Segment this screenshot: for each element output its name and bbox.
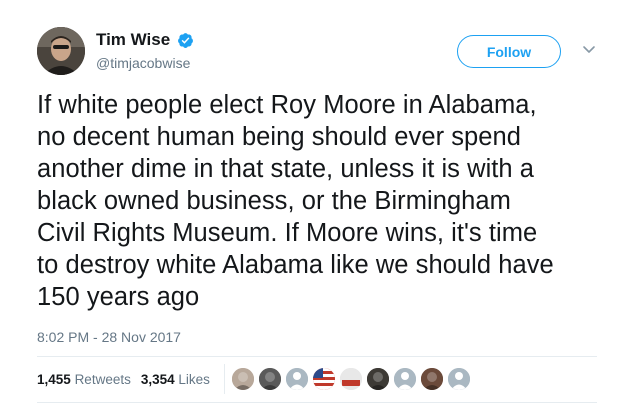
liker-avatar[interactable] — [446, 366, 472, 392]
author-photo — [37, 27, 85, 75]
likes-stat[interactable]: 3,354 Likes — [141, 372, 210, 387]
liker-avatar[interactable] — [338, 366, 364, 392]
tweet-timestamp[interactable]: 8:02 PM - 28 Nov 2017 — [37, 329, 181, 345]
tweet-text-line: black owned business, or the Birmingham — [37, 187, 511, 215]
verified-badge-icon — [178, 33, 193, 48]
photo-avatar-icon — [421, 368, 443, 390]
chevron-down-icon[interactable] — [582, 42, 596, 56]
tweet-text: If white people elect Roy Moore in Alaba… — [37, 89, 607, 313]
tweet-header: Tim Wise @timjacobwise Follow — [0, 0, 635, 90]
photo-avatar-icon — [232, 368, 254, 390]
default-egg-avatar-icon — [286, 368, 308, 390]
liker-avatar[interactable] — [257, 366, 283, 392]
default-egg-avatar-icon — [448, 368, 470, 390]
flag-avatar-icon — [313, 368, 335, 390]
tweet-text-line: no decent human being should ever spend — [37, 123, 521, 151]
divider — [37, 402, 597, 403]
tweet-stats: 1,455 Retweets 3,354 Likes — [37, 372, 210, 387]
tweet-text-line: Civil Rights Museum. If Moore wins, it's… — [37, 219, 538, 247]
author-name[interactable]: Tim Wise — [96, 30, 170, 50]
liker-avatar[interactable] — [284, 366, 310, 392]
liker-avatar[interactable] — [419, 366, 445, 392]
liker-avatar[interactable] — [392, 366, 418, 392]
author-handle[interactable]: @timjacobwise — [96, 55, 190, 71]
tweet-text-line: If white people elect Roy Moore in Alaba… — [37, 91, 537, 119]
photo-avatar-icon — [367, 368, 389, 390]
liker-avatar[interactable] — [365, 366, 391, 392]
retweets-stat[interactable]: 1,455 Retweets — [37, 372, 131, 387]
author-avatar[interactable] — [37, 27, 85, 75]
liker-avatar[interactable] — [311, 366, 337, 392]
tweet-text-line: another dime in that state, unless it is… — [37, 155, 535, 183]
retweets-count: 1,455 — [37, 372, 71, 387]
tweet-text-line: 150 years ago — [37, 283, 200, 311]
photo-avatar-icon — [259, 368, 281, 390]
retweets-label: Retweets — [74, 372, 131, 387]
default-egg-avatar-icon — [394, 368, 416, 390]
liker-avatar[interactable] — [230, 366, 256, 392]
stats-separator — [224, 364, 225, 394]
resist-badge-avatar-icon — [340, 368, 362, 390]
follow-button[interactable]: Follow — [457, 35, 561, 68]
likes-count: 3,354 — [140, 372, 175, 387]
tweet-text-line: to destroy white Alabama like we should … — [37, 251, 554, 279]
likes-label: Likes — [178, 372, 210, 387]
divider — [37, 356, 597, 357]
